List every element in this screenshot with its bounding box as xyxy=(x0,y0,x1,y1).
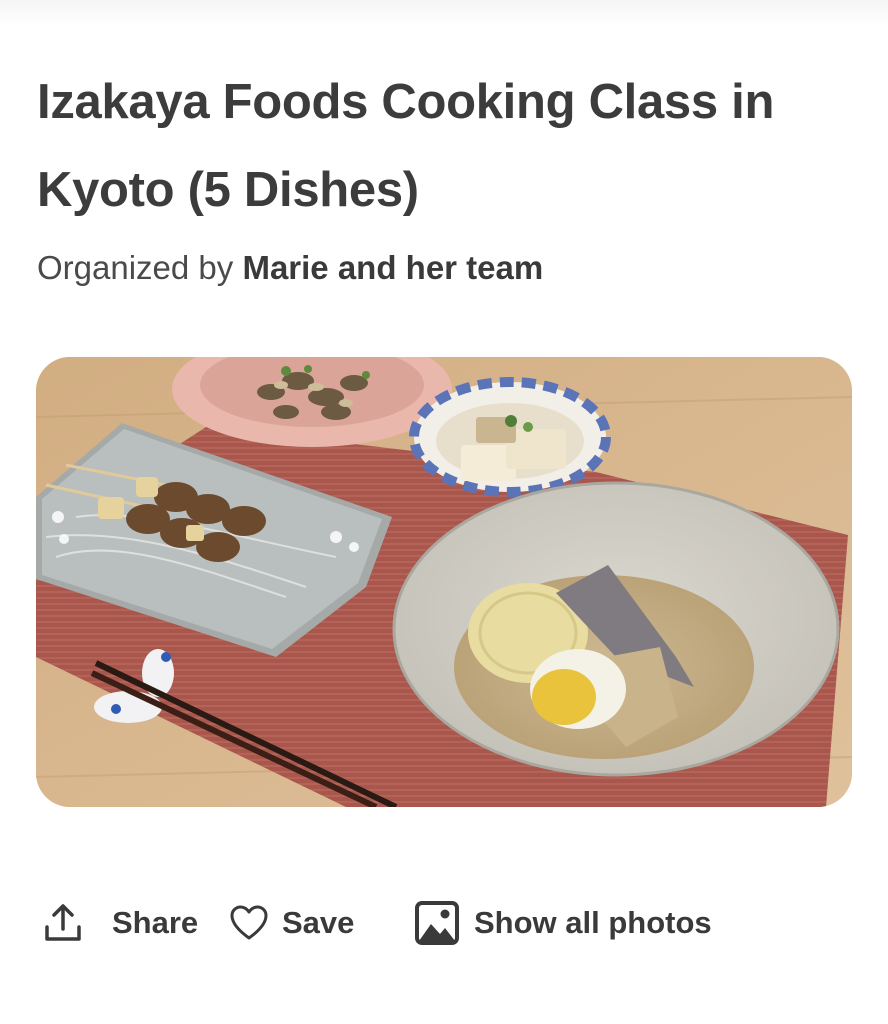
organizer-line: Organized by Marie and her team xyxy=(37,244,543,292)
top-fade xyxy=(0,0,888,26)
save-button[interactable]: Save xyxy=(230,895,354,951)
share-label: Share xyxy=(112,905,199,940)
share-upload-icon xyxy=(44,903,82,943)
organizer-prefix: Organized by xyxy=(37,249,243,286)
action-bar: Share Save Show all photos xyxy=(0,895,888,951)
page-title: Izakaya Foods Cooking Class in Kyoto (5 … xyxy=(37,75,775,217)
hero-photo[interactable] xyxy=(36,357,852,807)
heart-icon xyxy=(230,905,268,941)
share-button[interactable]: Share xyxy=(44,895,198,951)
organizer-name[interactable]: Marie and her team xyxy=(242,249,543,286)
show-all-photos-button[interactable]: Show all photos xyxy=(414,895,712,951)
hero-photo-illustration xyxy=(36,357,852,807)
save-label: Save xyxy=(282,905,355,940)
show-all-photos-label: Show all photos xyxy=(474,905,712,940)
image-icon xyxy=(414,900,460,946)
